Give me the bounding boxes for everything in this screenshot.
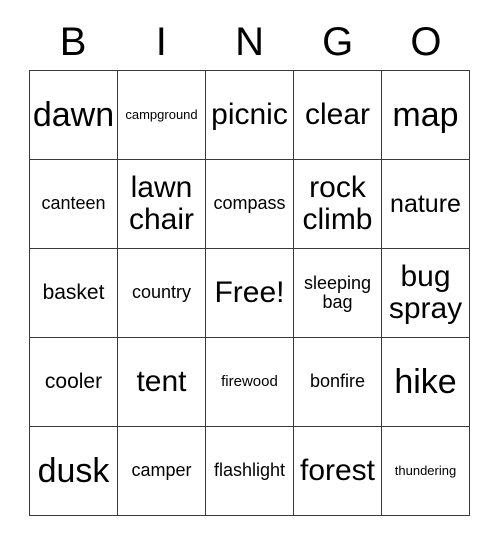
- bingo-cell-label: bug spray: [388, 260, 463, 325]
- bingo-cell-label: flashlight: [213, 460, 286, 481]
- bingo-cell-label: forest: [299, 454, 376, 488]
- bingo-cell[interactable]: hike: [382, 338, 470, 427]
- bingo-cell[interactable]: sleeping bag: [294, 249, 382, 338]
- bingo-cell-label: map: [392, 95, 459, 134]
- bingo-header-letter-g: G: [322, 20, 354, 64]
- bingo-header-letter-b: B: [59, 20, 87, 64]
- bingo-cell-label: firewood: [221, 373, 278, 391]
- bingo-cell[interactable]: firewood: [206, 338, 294, 427]
- bingo-header-row: BINGO: [29, 17, 470, 67]
- bingo-cell[interactable]: dawn: [30, 71, 118, 160]
- bingo-cell[interactable]: basket: [30, 249, 118, 338]
- bingo-cell-label: camper: [131, 460, 192, 481]
- bingo-cell[interactable]: country: [118, 249, 206, 338]
- bingo-cell[interactable]: compass: [206, 160, 294, 249]
- bingo-cell-label: basket: [42, 280, 105, 304]
- bingo-cell-label: thundering: [394, 463, 457, 479]
- bingo-cell-label: country: [131, 282, 192, 303]
- bingo-cell-label: bonfire: [309, 371, 366, 392]
- bingo-cell-label: canteen: [41, 193, 106, 214]
- bingo-cell[interactable]: cooler: [30, 338, 118, 427]
- bingo-cell[interactable]: map: [382, 71, 470, 160]
- bingo-card: B I N G O dawn campground picnic clear map cantee…: [0, 0, 500, 544]
- bingo-cell[interactable]: bug spray: [382, 249, 470, 338]
- bingo-cell[interactable]: tent: [118, 338, 206, 427]
- bingo-cell-label: dawn: [32, 95, 115, 134]
- bingo-cell-label: Free!: [214, 276, 285, 310]
- bingo-cell[interactable]: forest: [294, 427, 382, 516]
- bingo-header-letter-n: N: [235, 20, 264, 64]
- bingo-cell[interactable]: campground: [118, 71, 206, 160]
- bingo-cell-label: clear: [304, 98, 371, 132]
- bingo-cell[interactable]: lawn chair: [118, 160, 206, 249]
- bingo-cell[interactable]: thundering: [382, 427, 470, 516]
- bingo-cell-label: compass: [213, 193, 286, 214]
- bingo-cell[interactable]: picnic: [206, 71, 294, 160]
- bingo-cell-label: sleeping bag: [303, 272, 372, 312]
- bingo-cell[interactable]: bonfire: [294, 338, 382, 427]
- bingo-cell[interactable]: camper: [118, 427, 206, 516]
- bingo-cell-label: cooler: [44, 369, 103, 393]
- bingo-cell-label: rock climb: [302, 171, 373, 236]
- bingo-free-space-cell[interactable]: Free!: [206, 249, 294, 338]
- bingo-header-letter-o: O: [410, 20, 442, 64]
- bingo-cell[interactable]: rock climb: [294, 160, 382, 249]
- bingo-cell[interactable]: flashlight: [206, 427, 294, 516]
- bingo-cell-label: nature: [390, 189, 461, 218]
- bingo-cell-label: dusk: [37, 451, 110, 490]
- bingo-cell-label: tent: [136, 365, 187, 399]
- bingo-cell-label: hike: [394, 362, 457, 401]
- bingo-cell-label: campground: [125, 107, 198, 123]
- bingo-header-letter-i: I: [155, 20, 167, 64]
- bingo-cell[interactable]: clear: [294, 71, 382, 160]
- bingo-cell[interactable]: nature: [382, 160, 470, 249]
- bingo-cell-label: lawn chair: [128, 171, 195, 236]
- bingo-cell[interactable]: canteen: [30, 160, 118, 249]
- bingo-grid: dawn campground picnic clear map canteen lawn …: [29, 70, 470, 516]
- bingo-cell-label: picnic: [211, 98, 288, 132]
- bingo-cell[interactable]: dusk: [30, 427, 118, 516]
